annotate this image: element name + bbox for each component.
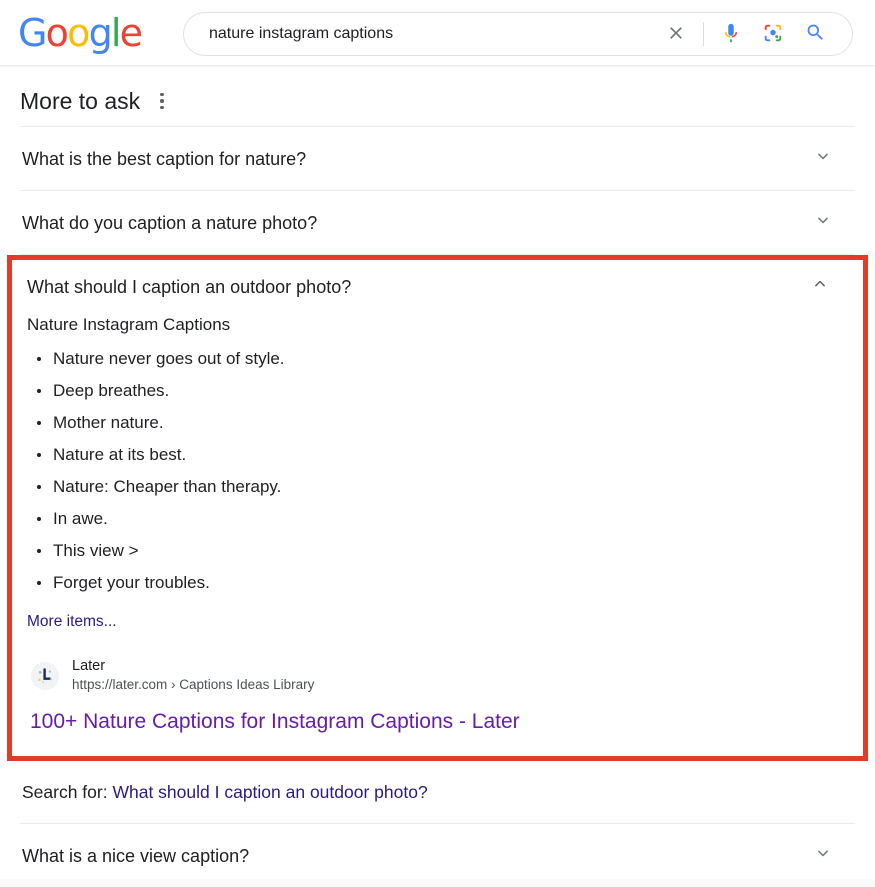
people-also-ask-module: More to ask What is the best caption for… — [0, 66, 875, 887]
voice-search-button[interactable] — [710, 13, 752, 55]
search-bar[interactable] — [183, 12, 853, 56]
page-title: More to ask — [20, 88, 141, 114]
paa-question-1[interactable]: What do you caption a nature photo? — [0, 191, 875, 254]
paa-question-3[interactable]: What is a nice view caption? — [0, 824, 875, 887]
result-title-link[interactable]: 100+ Nature Captions for Instagram Capti… — [30, 708, 845, 736]
list-item: Nature: Cheaper than therapy. — [37, 471, 845, 503]
source-name: Later — [72, 658, 106, 674]
kebab-menu-icon[interactable] — [154, 89, 170, 114]
logo-letter-o1: o — [45, 10, 69, 55]
list-item: This view > — [37, 535, 845, 567]
answer-subtitle: Nature Instagram Captions — [27, 315, 231, 334]
chevron-down-icon[interactable] — [813, 210, 833, 235]
paa-question-label: What is the best caption for nature? — [22, 148, 307, 169]
list-item: Mother nature. — [37, 407, 845, 439]
kebab-dot-3 — [160, 105, 164, 110]
search-input[interactable] — [184, 20, 655, 48]
list-item: Nature at its best. — [37, 439, 845, 471]
answer-bullet-list: Nature never goes out of style. Deep bre… — [27, 343, 845, 599]
search-for-prefix: Search for: — [22, 782, 113, 802]
google-lens-icon — [762, 22, 784, 47]
source-url: https://later.com › Captions Ideas Libra… — [72, 677, 315, 692]
logo-letter-g1: G — [18, 10, 47, 55]
google-lens-button[interactable] — [752, 13, 794, 55]
paa-question-label: What do you caption a nature photo? — [22, 212, 318, 233]
chevron-down-icon[interactable] — [813, 146, 833, 171]
more-items-link[interactable]: More items... — [27, 613, 117, 631]
logo-letter-g2: g — [88, 10, 113, 55]
logo-letter-l: l — [110, 10, 122, 55]
search-for-link[interactable]: What should I caption an outdoor photo? — [112, 782, 427, 802]
logo-letter-e: e — [119, 10, 143, 55]
source-attribution[interactable]: Later https://later.com › Captions Ideas… — [27, 657, 845, 694]
source-meta: Later https://later.com › Captions Ideas… — [72, 657, 314, 694]
list-item: Forget your troubles. — [37, 567, 845, 599]
list-item: Nature never goes out of style. — [37, 343, 845, 375]
list-item: Deep breathes. — [37, 375, 845, 407]
chevron-down-icon[interactable] — [813, 843, 833, 868]
clear-search-button[interactable] — [655, 13, 697, 55]
paa-question-label: What is a nice view caption? — [22, 845, 250, 866]
paa-answer-panel: Nature Instagram Captions Nature never g… — [12, 313, 863, 756]
search-header: Google — [0, 0, 875, 66]
google-logo[interactable]: Google — [18, 10, 143, 55]
logo-letter-o2: o — [67, 10, 90, 55]
highlight-box: What should I caption an outdoor photo? … — [7, 255, 868, 761]
search-bar-divider — [703, 22, 704, 46]
search-submit-button[interactable] — [794, 13, 836, 55]
microphone-icon — [720, 22, 742, 47]
kebab-dot-1 — [160, 92, 164, 97]
list-item: In awe. — [37, 503, 845, 535]
paa-question-2[interactable]: What should I caption an outdoor photo? — [12, 260, 863, 305]
paa-header: More to ask — [0, 66, 875, 116]
search-for-row: Search for: What should I caption an out… — [0, 761, 875, 823]
close-icon — [666, 23, 686, 46]
later-favicon — [31, 661, 59, 690]
kebab-dot-2 — [160, 99, 164, 103]
search-icon — [805, 22, 826, 46]
paa-question-label: What should I caption an outdoor photo? — [27, 276, 352, 297]
chevron-up-icon[interactable] — [810, 274, 830, 299]
search-bar-actions — [655, 13, 852, 55]
paa-question-0[interactable]: What is the best caption for nature? — [0, 127, 875, 190]
